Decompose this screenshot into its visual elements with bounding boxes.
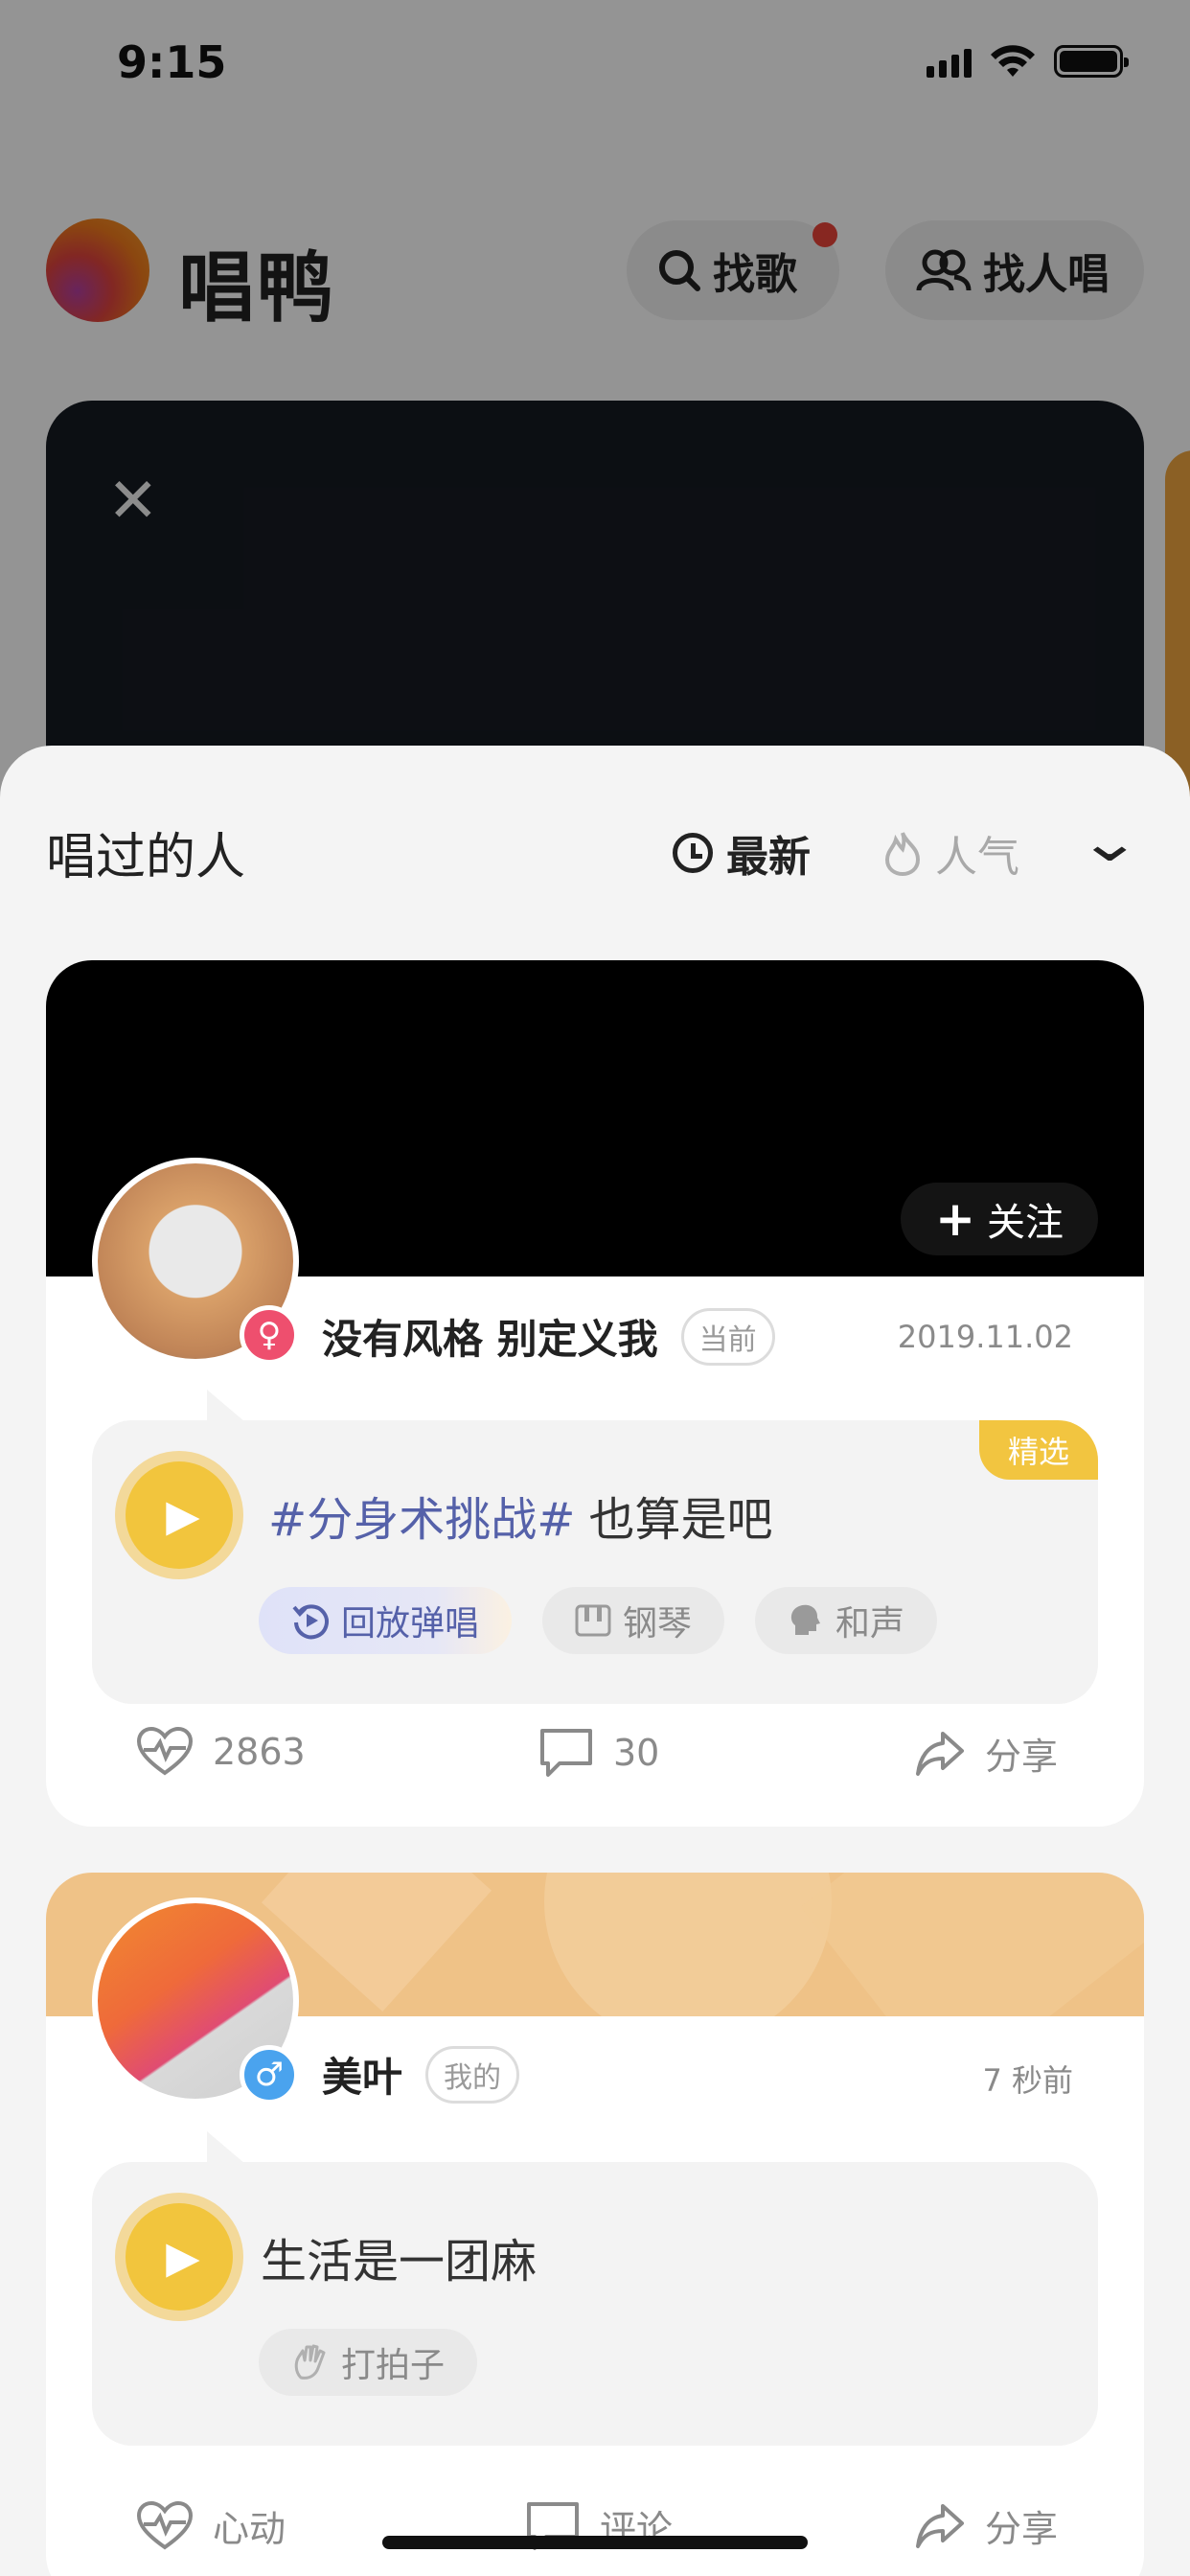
bubble-tail — [207, 2131, 245, 2164]
song-bubble: ▶ 生活是一团麻 打拍子 — [92, 2131, 1098, 2446]
share-label: 分享 — [985, 2508, 1059, 2550]
mode-chips: 回放弹唱 钢琴 和声 — [259, 1587, 938, 1654]
post-date: 7 秒前 — [982, 2062, 1073, 2099]
follow-label: 关注 — [987, 1201, 1064, 1245]
share-button[interactable]: 分享 — [914, 2499, 1058, 2552]
chevron-down-icon[interactable]: ⌄ — [1077, 809, 1142, 874]
piano-chip[interactable]: 钢琴 — [542, 1587, 725, 1654]
piano-chip-label: 钢琴 — [623, 1604, 693, 1644]
like-button[interactable]: 心动 — [136, 2499, 286, 2552]
heartbeat-icon — [136, 1727, 194, 1776]
comment-count: 30 — [613, 1732, 660, 1774]
bubble-tail — [207, 1390, 245, 1422]
song-card[interactable]: + 关注 ♀ 没有风格 别定义我 当前 2019.11.02 精选 ▶ #分身术… — [46, 960, 1144, 1827]
sort-latest-button[interactable]: 最新 — [673, 822, 811, 884]
banner-decoration — [800, 1873, 1144, 2016]
current-tag: 当前 — [680, 1307, 775, 1366]
like-count: 2863 — [213, 1731, 306, 1773]
clap-chip[interactable]: 打拍子 — [259, 2329, 478, 2396]
caption-text: 生活是一团麻 — [261, 2235, 538, 2288]
comment-button[interactable]: 30 — [538, 1727, 659, 1779]
song-caption: #分身术挑战# 也算是吧 — [268, 1482, 772, 1549]
sheet-title: 唱过的人 — [46, 829, 246, 886]
clock-icon — [673, 833, 713, 873]
share-icon — [916, 2503, 964, 2548]
username[interactable]: 美叶 — [322, 2045, 402, 2104]
caption-text: 也算是吧 — [588, 1493, 773, 1547]
flame-icon — [884, 832, 921, 876]
share-button[interactable]: 分享 — [914, 1727, 1058, 1780]
play-icon: ▶ — [126, 2203, 233, 2311]
play-icon: ▶ — [126, 1461, 233, 1569]
user-row: 美叶 我的 — [322, 2045, 520, 2104]
like-label: 心动 — [213, 2508, 286, 2550]
harmony-icon — [790, 1604, 821, 1635]
harmony-chip-label: 和声 — [835, 1604, 905, 1644]
hashtag-link[interactable]: #分身术挑战# — [268, 1482, 575, 1549]
singers-sheet: 唱过的人 最新 人气 ⌄ + 关注 ♀ 没有风格 别定义我 当前 2019.11… — [0, 746, 1190, 2576]
female-icon: ♀ — [240, 1305, 299, 1365]
comment-icon — [540, 1729, 592, 1777]
user-row: 没有风格 别定义我 当前 — [322, 1307, 775, 1366]
play-button[interactable]: ▶ — [115, 2193, 243, 2321]
male-icon: ♂ — [240, 2045, 299, 2104]
replay-chip[interactable]: 回放弹唱 — [259, 1587, 513, 1654]
mine-tag: 我的 — [425, 2045, 520, 2104]
banner-decoration — [544, 1873, 832, 2016]
username[interactable]: 没有风格 别定义我 — [322, 1307, 658, 1366]
home-indicator[interactable] — [382, 2536, 808, 2549]
clap-chip-label: 打拍子 — [341, 2346, 446, 2385]
featured-badge: 精选 — [978, 1420, 1098, 1480]
plus-icon: + — [935, 1191, 975, 1247]
like-button[interactable]: 2863 — [136, 1727, 306, 1777]
sort-popular-button[interactable]: 人气 — [883, 822, 1019, 884]
play-button[interactable]: ▶ — [115, 1451, 243, 1579]
action-bar: 2863 30 分享 — [46, 1727, 1144, 1804]
share-label: 分享 — [985, 1736, 1059, 1778]
song-bubble: 精选 ▶ #分身术挑战# 也算是吧 回放弹唱 钢琴 和声 — [92, 1390, 1098, 1704]
sort-popular-label: 人气 — [935, 833, 1019, 882]
follow-button[interactable]: + 关注 — [901, 1183, 1098, 1255]
heartbeat-icon — [136, 2500, 194, 2549]
post-date: 2019.11.02 — [897, 1319, 1073, 1355]
piano-icon — [575, 1604, 611, 1637]
harmony-chip[interactable]: 和声 — [755, 1587, 938, 1654]
replay-icon — [292, 1604, 329, 1640]
replay-chip-label: 回放弹唱 — [341, 1604, 480, 1644]
song-caption: 生活是一团麻 — [261, 2223, 537, 2290]
song-card[interactable]: ♂ 美叶 我的 7 秒前 ▶ 生活是一团麻 打拍子 心动 评论 分享 — [46, 1873, 1144, 2576]
clap-hand-icon — [294, 2344, 326, 2380]
sort-latest-label: 最新 — [726, 833, 811, 882]
mode-chips: 打拍子 — [259, 2329, 478, 2396]
share-icon — [916, 1731, 964, 1776]
